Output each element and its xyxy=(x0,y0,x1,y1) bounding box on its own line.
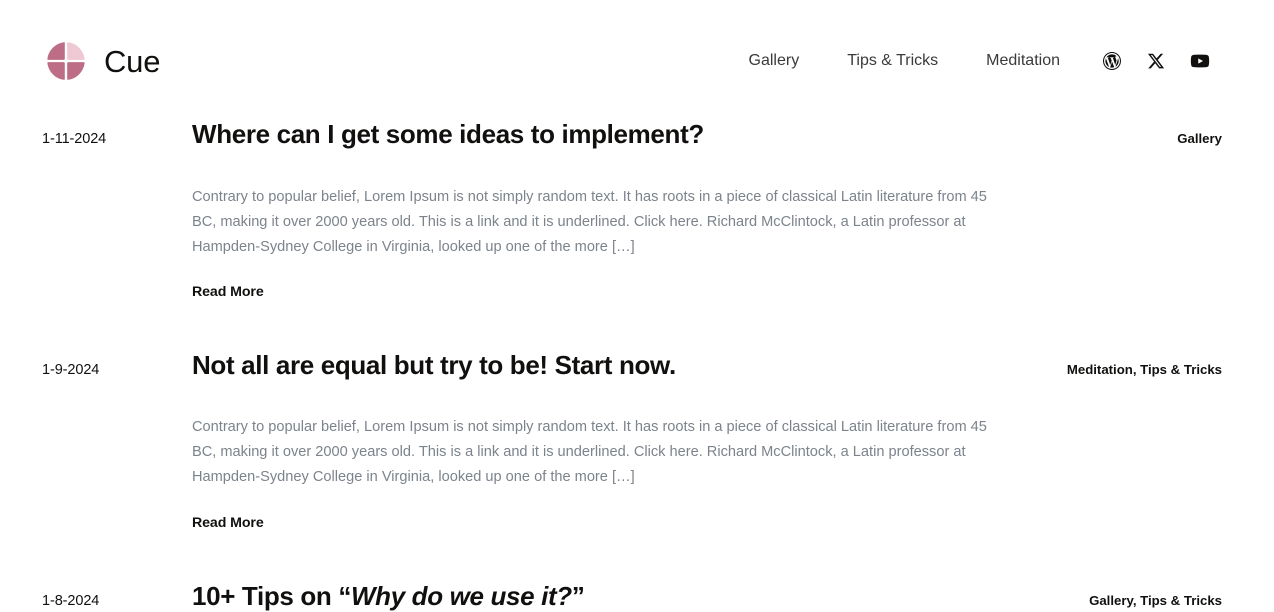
main-navigation: Gallery Tips & Tricks Meditation xyxy=(725,45,1222,78)
post-content: 10+ Tips on “Why do we use it?” xyxy=(192,580,1022,612)
post-category-link[interactable]: Meditation, Tips & Tricks xyxy=(1067,362,1222,377)
post-category-link[interactable]: Gallery xyxy=(1177,131,1222,146)
post-excerpt: Contrary to popular belief, Lorem Ipsum … xyxy=(192,419,987,486)
post-categories: Gallery xyxy=(1022,118,1222,301)
post-title-emphasis: Why do we use it? xyxy=(350,580,572,611)
post-excerpt: Contrary to popular belief, Lorem Ipsum … xyxy=(192,188,987,255)
nav-link-gallery[interactable]: Gallery xyxy=(725,45,824,78)
social-links xyxy=(1090,46,1222,76)
nav-link-meditation[interactable]: Meditation xyxy=(962,45,1084,78)
flower-petals-logo-icon xyxy=(44,39,88,83)
post-date: 1-9-2024 xyxy=(42,361,100,378)
post-categories: Meditation, Tips & Tricks xyxy=(1022,349,1222,532)
post-content: Not all are equal but try to be! Start n… xyxy=(192,349,1022,532)
nav-link-tips-tricks[interactable]: Tips & Tricks xyxy=(823,45,962,78)
wordpress-icon[interactable] xyxy=(1090,46,1134,76)
site-title: Cue xyxy=(104,43,161,79)
read-more-link[interactable]: Read More xyxy=(192,515,264,531)
youtube-icon[interactable] xyxy=(1178,46,1222,76)
post-title-suffix: ” xyxy=(571,580,585,611)
post-list: 1-11-2024 Where can I get some ideas to … xyxy=(0,100,1274,612)
post-title-prefix: 10+ Tips on “ xyxy=(192,580,351,611)
post-categories: Gallery, Tips & Tricks xyxy=(1022,580,1222,612)
post-title-link[interactable]: 10+ Tips on “Why do we use it?” xyxy=(192,580,585,611)
post-date: 1-8-2024 xyxy=(42,592,100,609)
post-date: 1-11-2024 xyxy=(42,131,107,147)
post-title-link[interactable]: Where can I get some ideas to implement? xyxy=(192,119,704,149)
post-content: Where can I get some ideas to implement?… xyxy=(192,118,1022,301)
post-item: 1-11-2024 Where can I get some ideas to … xyxy=(42,100,1222,301)
read-more-link[interactable]: Read More xyxy=(192,284,264,300)
post-item: 1-9-2024 Not all are equal but try to be… xyxy=(42,301,1222,532)
post-title-link[interactable]: Not all are equal but try to be! Start n… xyxy=(192,350,676,380)
site-header: Cue Gallery Tips & Tricks Meditation xyxy=(0,0,1274,100)
post-category-link[interactable]: Gallery, Tips & Tricks xyxy=(1089,593,1222,608)
post-item: 1-8-2024 10+ Tips on “Why do we use it?”… xyxy=(42,532,1222,612)
post-title: Not all are equal but try to be! Start n… xyxy=(192,349,1010,382)
site-brand[interactable]: Cue xyxy=(44,39,160,83)
x-twitter-icon[interactable] xyxy=(1134,46,1178,76)
post-title: Where can I get some ideas to implement? xyxy=(192,118,1010,151)
post-title: 10+ Tips on “Why do we use it?” xyxy=(192,580,1010,612)
